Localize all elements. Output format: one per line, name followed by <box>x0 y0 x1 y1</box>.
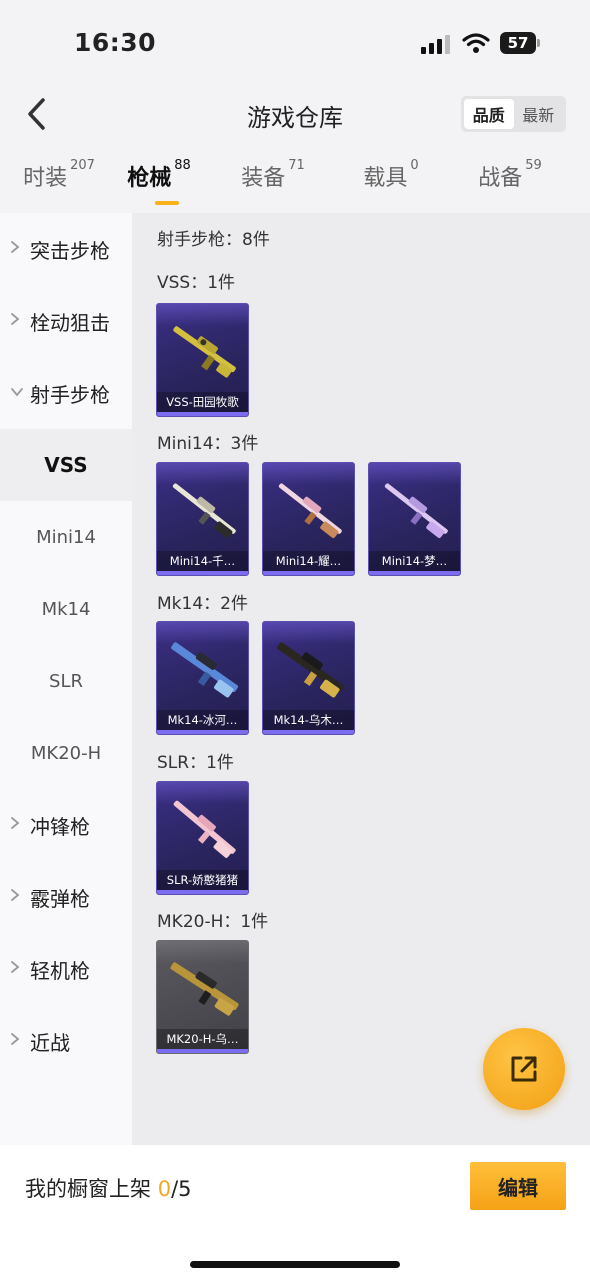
chevron-right-icon <box>10 240 24 258</box>
sidebar-item-bolt-sniper[interactable]: 栓动狙击 <box>0 285 132 357</box>
category-title: 射手步枪：8件 <box>157 230 270 250</box>
sidebar-sub-mk20h[interactable]: MK20-H <box>0 717 132 789</box>
sidebar-item-shotgun[interactable]: 霰弹枪 <box>0 861 132 933</box>
sidebar: 突击步枪 栓动狙击 射手步枪 VSS Mini14 Mk14 SLR MK20-… <box>0 213 132 1145</box>
sidebar-item-label: 突击步枪 <box>30 238 110 263</box>
sidebar-item-marksman-rifle[interactable]: 射手步枪 <box>0 357 132 429</box>
group-title: Mk14：2件 <box>157 594 248 614</box>
sidebar-item-label: 冲锋枪 <box>30 814 90 839</box>
rifle-icon <box>173 800 236 858</box>
chevron-right-icon <box>10 816 24 834</box>
item-card[interactable]: Mk14-乌木… <box>262 621 355 735</box>
tab-count: 71 <box>288 158 305 173</box>
tab-label: 枪械 <box>127 166 172 191</box>
chevron-right-icon <box>10 1032 24 1050</box>
sidebar-item-label: 霰弹枪 <box>30 886 90 911</box>
home-indicator[interactable] <box>190 1261 400 1268</box>
sort-newest-button[interactable]: 最新 <box>514 99 564 129</box>
rifle-icon <box>170 962 239 1016</box>
share-button[interactable] <box>483 1028 565 1110</box>
share-icon <box>511 1056 537 1082</box>
status-time: 16:30 <box>74 28 157 57</box>
item-card[interactable]: Mini14-耀… <box>262 462 355 576</box>
chevron-right-icon <box>10 312 24 330</box>
rifle-icon <box>278 483 342 539</box>
chevron-right-icon <box>10 960 24 978</box>
sidebar-item-lmg[interactable]: 轻机枪 <box>0 933 132 1005</box>
tab-label: 时装 <box>23 166 68 191</box>
sidebar-item-melee[interactable]: 近战 <box>0 1005 132 1077</box>
item-name: MK20-H-乌… <box>157 1029 248 1049</box>
wifi-icon <box>462 33 490 53</box>
showcase-label: 我的橱窗上架 <box>25 1177 151 1201</box>
group-title: MK20-H：1件 <box>157 912 269 932</box>
item-name: Mini14-耀… <box>263 551 354 571</box>
group-title: Mini14：3件 <box>157 434 259 454</box>
rifle-icon <box>172 483 236 539</box>
category-tabs: 时装 207 枪械 88 装备 71 载具 0 战备 59 <box>0 158 590 210</box>
edit-button[interactable]: 编辑 <box>470 1162 566 1210</box>
active-tab-indicator <box>155 201 179 205</box>
sort-quality-button[interactable]: 品质 <box>464 99 514 129</box>
item-name: Mk14-乌木… <box>263 710 354 730</box>
item-card[interactable]: SLR-娇憨猪猪 <box>156 781 249 895</box>
item-name: Mk14-冰河… <box>157 710 248 730</box>
item-list: 射手步枪：8件 VSS：1件 VSS-田园牧歌 Mini14：3件 Mini14… <box>132 213 590 1145</box>
sidebar-item-label: 栓动狙击 <box>30 310 110 335</box>
item-card[interactable]: Mini14-千… <box>156 462 249 576</box>
battery-icon: 57 <box>500 32 540 54</box>
item-name: VSS-田园牧歌 <box>157 392 248 412</box>
sidebar-item-label: 近战 <box>30 1030 70 1055</box>
sidebar-item-label: 轻机枪 <box>30 958 90 983</box>
group-title: SLR：1件 <box>157 753 234 773</box>
chevron-down-icon <box>10 385 24 401</box>
item-card[interactable]: Mk14-冰河… <box>156 621 249 735</box>
cellular-signal-icon <box>421 35 450 54</box>
item-card[interactable]: VSS-田园牧歌 <box>156 303 249 417</box>
sidebar-sub-mini14[interactable]: Mini14 <box>0 501 132 573</box>
tab-label: 战备 <box>478 166 523 191</box>
tab-count: 0 <box>410 158 419 173</box>
tab-count: 59 <box>525 158 542 173</box>
tab-vehicles[interactable]: 载具 0 <box>332 158 450 210</box>
tab-label: 装备 <box>241 166 286 191</box>
sidebar-item-assault-rifle[interactable]: 突击步枪 <box>0 213 132 285</box>
header: 游戏仓库 品质 最新 <box>0 88 590 144</box>
chevron-right-icon <box>10 888 24 906</box>
rifle-icon <box>173 326 236 378</box>
status-bar: 16:30 57 <box>0 0 590 88</box>
rifle-icon <box>171 642 239 698</box>
group-title: VSS：1件 <box>157 273 236 293</box>
item-name: Mini14-梦… <box>369 551 460 571</box>
sidebar-item-label: 射手步枪 <box>30 382 110 407</box>
sidebar-sub-vss[interactable]: VSS <box>0 429 132 501</box>
showcase-status: 我的橱窗上架 0/5 <box>25 1173 192 1203</box>
tab-count: 207 <box>70 158 95 173</box>
showcase-total: /5 <box>171 1177 192 1201</box>
item-card[interactable]: MK20-H-乌… <box>156 940 249 1054</box>
rifle-icon <box>384 483 448 539</box>
item-card[interactable]: Mini14-梦… <box>368 462 461 576</box>
showcase-count: 0 <box>157 1177 172 1201</box>
rifle-icon <box>277 642 345 698</box>
bottom-bar: 我的橱窗上架 0/5 编辑 <box>0 1145 590 1280</box>
tab-equipment[interactable]: 装备 71 <box>214 158 332 210</box>
item-name: SLR-娇憨猪猪 <box>157 870 248 890</box>
tab-label: 载具 <box>363 166 408 191</box>
tab-supplies[interactable]: 战备 59 <box>450 158 570 210</box>
sidebar-sub-slr[interactable]: SLR <box>0 645 132 717</box>
sidebar-sub-mk14[interactable]: Mk14 <box>0 573 132 645</box>
tab-count: 88 <box>174 158 191 173</box>
sidebar-item-smg[interactable]: 冲锋枪 <box>0 789 132 861</box>
sort-toggle: 品质 最新 <box>461 96 566 132</box>
item-name: Mini14-千… <box>157 551 248 571</box>
battery-level: 57 <box>500 32 536 54</box>
